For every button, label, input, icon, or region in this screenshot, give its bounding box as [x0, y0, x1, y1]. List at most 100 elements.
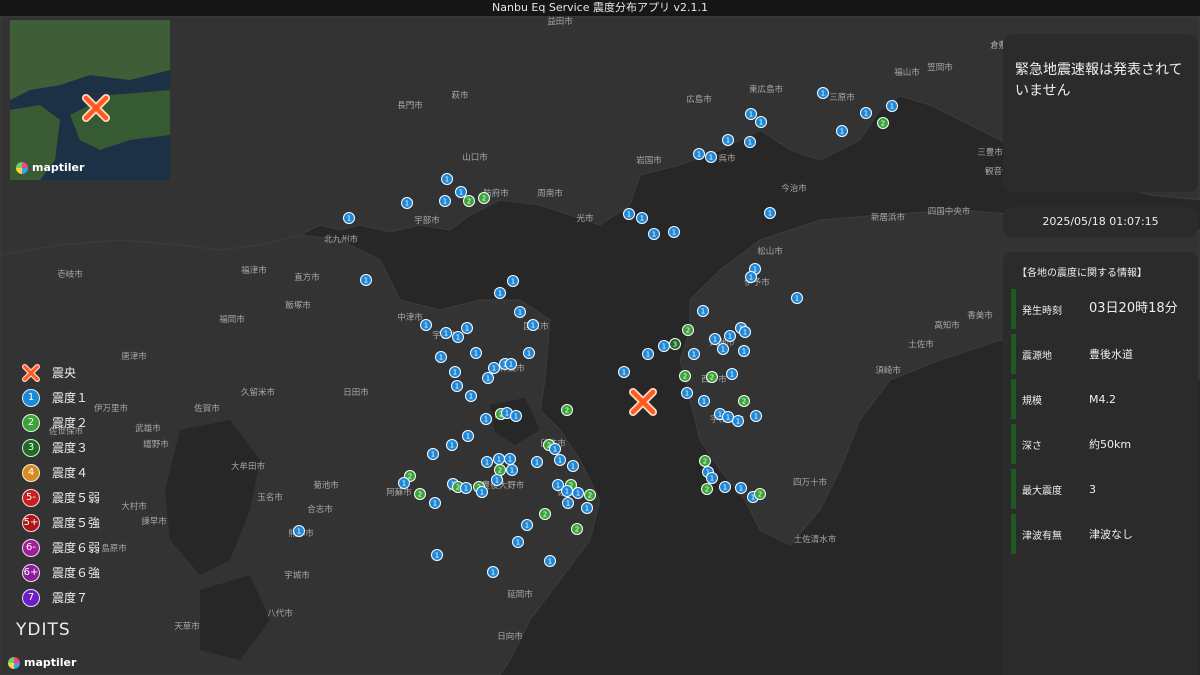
intensity-marker-1[interactable]: 1: [738, 345, 750, 357]
intensity-marker-2[interactable]: 2: [414, 488, 426, 500]
intensity-marker-1[interactable]: 1: [531, 456, 543, 468]
intensity-marker-1[interactable]: 1: [739, 326, 751, 338]
intensity-marker-1[interactable]: 1: [709, 333, 721, 345]
intensity-marker-3[interactable]: 3: [669, 338, 681, 350]
intensity-marker-1[interactable]: 1: [512, 536, 524, 548]
intensity-marker-1[interactable]: 1: [439, 195, 451, 207]
intensity-marker-1[interactable]: 1: [750, 410, 762, 422]
intensity-marker-2[interactable]: 2: [463, 195, 475, 207]
intensity-marker-1[interactable]: 1: [745, 271, 757, 283]
intensity-marker-1[interactable]: 1: [764, 207, 776, 219]
intensity-marker-1[interactable]: 1: [722, 134, 734, 146]
overview-minimap[interactable]: maptiler: [10, 20, 170, 180]
intensity-marker-1[interactable]: 1: [572, 487, 584, 499]
intensity-marker-2[interactable]: 2: [682, 324, 694, 336]
intensity-marker-1[interactable]: 1: [480, 413, 492, 425]
intensity-marker-1[interactable]: 1: [817, 87, 829, 99]
intensity-marker-1[interactable]: 1: [493, 453, 505, 465]
intensity-marker-2[interactable]: 2: [701, 483, 713, 495]
intensity-marker-1[interactable]: 1: [623, 208, 635, 220]
intensity-marker-1[interactable]: 1: [886, 100, 898, 112]
intensity-marker-1[interactable]: 1: [697, 305, 709, 317]
minimap-attribution[interactable]: maptiler: [16, 161, 84, 174]
intensity-marker-1[interactable]: 1: [293, 525, 305, 537]
intensity-marker-1[interactable]: 1: [401, 197, 413, 209]
intensity-marker-1[interactable]: 1: [507, 275, 519, 287]
intensity-marker-1[interactable]: 1: [429, 497, 441, 509]
intensity-marker-2[interactable]: 2: [699, 455, 711, 467]
intensity-marker-1[interactable]: 1: [465, 390, 477, 402]
intensity-marker-2[interactable]: 2: [561, 404, 573, 416]
intensity-marker-1[interactable]: 1: [431, 549, 443, 561]
intensity-marker-1[interactable]: 1: [744, 136, 756, 148]
intensity-marker-1[interactable]: 1: [462, 430, 474, 442]
intensity-marker-1[interactable]: 1: [549, 443, 561, 455]
intensity-marker-1[interactable]: 1: [441, 173, 453, 185]
intensity-marker-1[interactable]: 1: [636, 212, 648, 224]
intensity-marker-1[interactable]: 1: [510, 410, 522, 422]
intensity-marker-1[interactable]: 1: [451, 380, 463, 392]
intensity-marker-1[interactable]: 1: [554, 454, 566, 466]
intensity-marker-1[interactable]: 1: [544, 555, 556, 567]
intensity-marker-1[interactable]: 1: [476, 486, 488, 498]
intensity-marker-1[interactable]: 1: [693, 148, 705, 160]
intensity-marker-1[interactable]: 1: [523, 347, 535, 359]
intensity-marker-1[interactable]: 1: [482, 372, 494, 384]
intensity-marker-1[interactable]: 1: [505, 358, 517, 370]
intensity-marker-1[interactable]: 1: [735, 482, 747, 494]
intensity-marker-2[interactable]: 2: [494, 464, 506, 476]
intensity-marker-1[interactable]: 1: [506, 464, 518, 476]
intensity-marker-1[interactable]: 1: [435, 351, 447, 363]
intensity-marker-1[interactable]: 1: [705, 151, 717, 163]
intensity-marker-1[interactable]: 1: [755, 116, 767, 128]
intensity-marker-1[interactable]: 1: [836, 125, 848, 137]
intensity-marker-2[interactable]: 2: [877, 117, 889, 129]
intensity-marker-1[interactable]: 1: [398, 477, 410, 489]
intensity-marker-2[interactable]: 2: [738, 395, 750, 407]
intensity-marker-1[interactable]: 1: [642, 348, 654, 360]
intensity-marker-1[interactable]: 1: [726, 368, 738, 380]
intensity-marker-2[interactable]: 2: [754, 488, 766, 500]
intensity-marker-1[interactable]: 1: [567, 460, 579, 472]
intensity-marker-1[interactable]: 1: [698, 395, 710, 407]
intensity-marker-1[interactable]: 1: [706, 472, 718, 484]
intensity-marker-1[interactable]: 1: [717, 343, 729, 355]
intensity-marker-1[interactable]: 1: [668, 226, 680, 238]
intensity-marker-2[interactable]: 2: [706, 371, 718, 383]
intensity-marker-1[interactable]: 1: [722, 411, 734, 423]
intensity-marker-1[interactable]: 1: [452, 331, 464, 343]
intensity-marker-1[interactable]: 1: [504, 453, 516, 465]
intensity-marker-1[interactable]: 1: [581, 502, 593, 514]
intensity-marker-1[interactable]: 1: [618, 366, 630, 378]
intensity-marker-1[interactable]: 1: [460, 482, 472, 494]
intensity-marker-1[interactable]: 1: [360, 274, 372, 286]
intensity-marker-2[interactable]: 2: [679, 370, 691, 382]
intensity-marker-1[interactable]: 1: [440, 327, 452, 339]
intensity-marker-1[interactable]: 1: [420, 319, 432, 331]
intensity-marker-1[interactable]: 1: [658, 340, 670, 352]
intensity-marker-1[interactable]: 1: [488, 362, 500, 374]
intensity-marker-1[interactable]: 1: [470, 347, 482, 359]
intensity-marker-1[interactable]: 1: [455, 186, 467, 198]
intensity-marker-1[interactable]: 1: [461, 322, 473, 334]
intensity-marker-1[interactable]: 1: [681, 387, 693, 399]
intensity-marker-1[interactable]: 1: [688, 348, 700, 360]
intensity-marker-2[interactable]: 2: [478, 192, 490, 204]
intensity-marker-1[interactable]: 1: [427, 448, 439, 460]
intensity-marker-2[interactable]: 2: [571, 523, 583, 535]
intensity-marker-1[interactable]: 1: [791, 292, 803, 304]
intensity-marker-1[interactable]: 1: [487, 566, 499, 578]
intensity-marker-1[interactable]: 1: [494, 287, 506, 299]
intensity-marker-2[interactable]: 2: [539, 508, 551, 520]
intensity-marker-1[interactable]: 1: [343, 212, 355, 224]
intensity-marker-2[interactable]: 2: [584, 489, 596, 501]
intensity-marker-1[interactable]: 1: [446, 439, 458, 451]
map-attribution[interactable]: maptiler: [8, 656, 76, 669]
intensity-marker-1[interactable]: 1: [724, 330, 736, 342]
intensity-marker-1[interactable]: 1: [449, 366, 461, 378]
intensity-marker-1[interactable]: 1: [719, 481, 731, 493]
intensity-marker-1[interactable]: 1: [491, 474, 503, 486]
intensity-marker-1[interactable]: 1: [732, 415, 744, 427]
intensity-marker-1[interactable]: 1: [527, 319, 539, 331]
intensity-marker-1[interactable]: 1: [648, 228, 660, 240]
